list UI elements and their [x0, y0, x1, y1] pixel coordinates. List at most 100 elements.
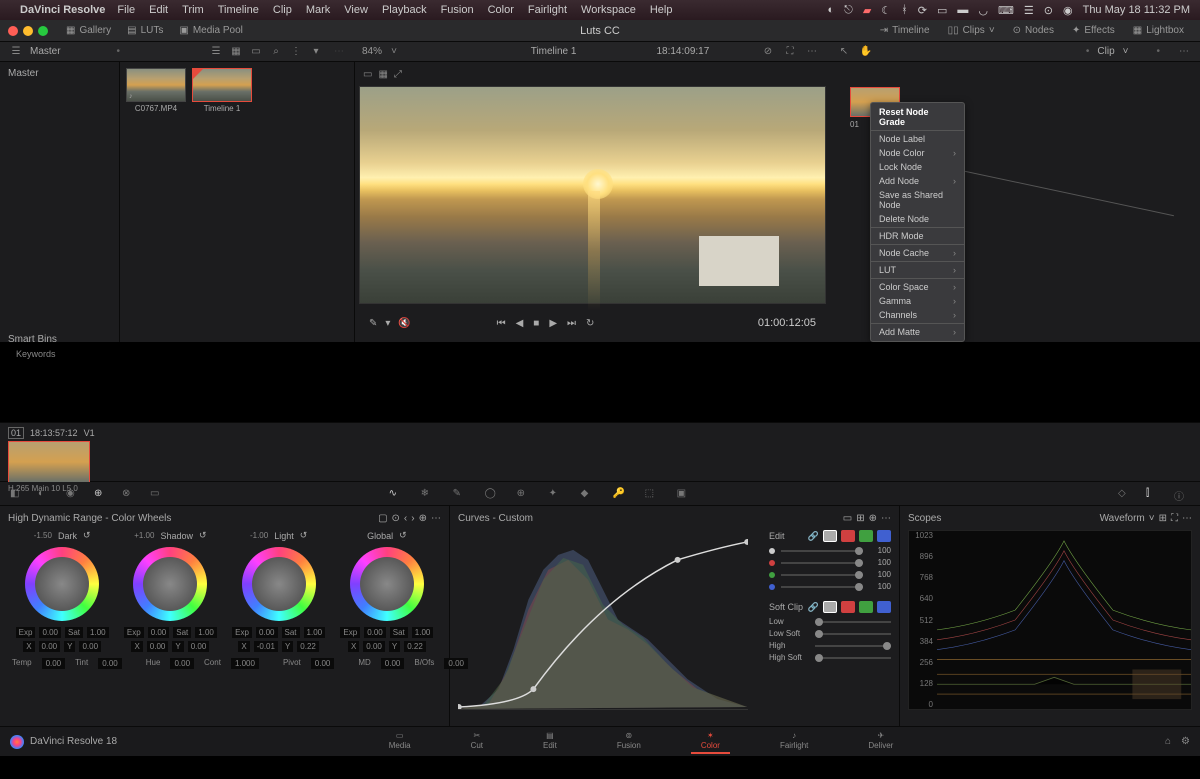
chevron-down-icon[interactable]: ˅: [1149, 513, 1155, 524]
motion-icon[interactable]: ▭: [150, 488, 166, 500]
high-slider[interactable]: High: [769, 641, 891, 650]
more-icon[interactable]: ⋯: [431, 513, 441, 524]
3d-icon[interactable]: ▣: [677, 488, 693, 500]
reset-icon[interactable]: ↺: [199, 530, 207, 541]
reset-icon[interactable]: ↺: [83, 530, 91, 541]
link-icon[interactable]: 🔗: [808, 531, 819, 542]
minimize-window[interactable]: [23, 26, 33, 36]
reset-icon[interactable]: ↺: [300, 530, 308, 541]
keyframe-icon[interactable]: ◇: [1118, 488, 1134, 500]
home-icon[interactable]: ⌂: [1165, 736, 1171, 747]
x-val[interactable]: 0.00: [147, 641, 169, 652]
reset-icon[interactable]: ↺: [399, 530, 407, 541]
notification-icon[interactable]: ▰: [863, 4, 871, 17]
key-icon[interactable]: 🔑: [613, 488, 629, 500]
menu-color[interactable]: Color: [488, 4, 514, 16]
sort-icon[interactable]: ▾: [308, 44, 324, 60]
exp-val[interactable]: 0.00: [364, 627, 386, 638]
menu-timeline[interactable]: Timeline: [218, 4, 259, 16]
clock[interactable]: Thu May 18 11:32 PM: [1083, 4, 1190, 16]
bluetooth-icon[interactable]: ᚼ: [901, 4, 908, 16]
color-wheel-light[interactable]: [242, 547, 316, 621]
clip-thumb[interactable]: ♪ C0767.MP4: [126, 68, 186, 113]
node-graph[interactable]: 01 Reset Node Grade Node Label Node Colo…: [830, 62, 1200, 342]
y-val[interactable]: 0.22: [404, 641, 426, 652]
channel-y[interactable]: [823, 530, 837, 542]
y-val[interactable]: 0.00: [188, 641, 210, 652]
menu-add-matte[interactable]: Add Matte›: [871, 325, 964, 339]
close-window[interactable]: [8, 26, 18, 36]
channel-r[interactable]: [841, 601, 855, 613]
more-icon[interactable]: ⋯: [1182, 513, 1192, 524]
sync-icon[interactable]: ⟳: [918, 4, 927, 17]
window-icon[interactable]: ◯: [485, 488, 501, 500]
menu-playback[interactable]: Playback: [382, 4, 427, 16]
menu-color-space[interactable]: Color Space›: [871, 280, 964, 294]
tint-val[interactable]: 0.00: [98, 658, 122, 669]
list-icon[interactable]: ☰: [8, 44, 24, 60]
menu-edit[interactable]: Edit: [149, 4, 168, 16]
page-cut[interactable]: ✂Cut: [461, 729, 493, 754]
menu-channels[interactable]: Channels›: [871, 308, 964, 322]
tracker-icon[interactable]: ⊕: [517, 488, 533, 500]
menu-reset-grade[interactable]: Reset Node Grade: [871, 105, 964, 129]
menu-mark[interactable]: Mark: [306, 4, 330, 16]
menu-node-label[interactable]: Node Label: [871, 132, 964, 146]
wifi-icon[interactable]: ◡: [978, 4, 988, 17]
luts-tab[interactable]: ▤ LUTs: [119, 23, 171, 38]
expand-icon[interactable]: ⤢: [394, 69, 402, 80]
channel-b[interactable]: [877, 530, 891, 542]
camera-raw-icon[interactable]: ◧: [10, 488, 26, 500]
menu-clip[interactable]: Clip: [273, 4, 292, 16]
settings-icon[interactable]: ⚙: [1181, 736, 1190, 747]
clips-tab[interactable]: ▯▯ Clips ˅: [940, 23, 1003, 38]
next-clip-icon[interactable]: ⏭: [567, 318, 576, 329]
channel-g[interactable]: [859, 601, 873, 613]
menu-file[interactable]: File: [117, 4, 135, 16]
layout-icon[interactable]: ⊞: [1159, 513, 1167, 524]
temp-val[interactable]: 0.00: [42, 658, 66, 669]
zoom-level[interactable]: 84%: [362, 46, 382, 57]
more-icon[interactable]: ⋯: [804, 44, 820, 60]
channel-y[interactable]: [823, 601, 837, 613]
next-icon[interactable]: ›: [411, 513, 414, 524]
menu-fairlight[interactable]: Fairlight: [528, 4, 567, 16]
smartbins-keywords[interactable]: Keywords: [8, 349, 112, 359]
view-thumb-icon[interactable]: ▭: [248, 44, 264, 60]
scope-mode[interactable]: Waveform: [1100, 513, 1145, 524]
display-icon[interactable]: ▭: [937, 4, 947, 17]
control-center-icon[interactable]: ☰: [1024, 4, 1034, 17]
mediapool-tab[interactable]: ▣ Media Pool: [171, 23, 250, 38]
chevron-down-icon[interactable]: ˅: [1123, 46, 1129, 57]
intensity-slider-g[interactable]: 100: [769, 570, 891, 579]
picker-icon[interactable]: ✎: [369, 318, 377, 329]
menu-node-cache[interactable]: Node Cache›: [871, 246, 964, 260]
channel-g[interactable]: [859, 530, 873, 542]
mode-icon[interactable]: ⊞: [856, 513, 864, 524]
gallery-tab[interactable]: ▦ Gallery: [58, 23, 119, 38]
keyboard-icon[interactable]: ⌨: [998, 4, 1014, 17]
intensity-slider[interactable]: 100: [769, 546, 891, 555]
cont-val[interactable]: 1.000: [231, 658, 259, 669]
channel-b[interactable]: [877, 601, 891, 613]
low-slider[interactable]: Low: [769, 617, 891, 626]
magic-mask-icon[interactable]: ✦: [549, 488, 565, 500]
sat-val[interactable]: 1.00: [87, 627, 109, 638]
marker-icon[interactable]: ▾: [385, 318, 390, 329]
stop-icon[interactable]: ■: [533, 318, 539, 329]
viewer-image[interactable]: [359, 86, 826, 304]
battery-icon[interactable]: ▬: [957, 4, 968, 16]
clip-thumbnail[interactable]: [8, 441, 90, 483]
x-val[interactable]: 0.00: [39, 641, 61, 652]
nodes-tab[interactable]: ⊙ Nodes: [1005, 23, 1062, 38]
color-wheel-shadow[interactable]: [133, 547, 207, 621]
view-list-icon[interactable]: ☰: [208, 44, 224, 60]
page-color[interactable]: ✶Color: [691, 729, 730, 754]
curves-graph[interactable]: [458, 530, 748, 710]
warper-icon[interactable]: ❄: [421, 488, 437, 500]
page-media[interactable]: ▭Media: [379, 729, 421, 754]
hue-val[interactable]: 0.00: [170, 658, 194, 669]
play-icon[interactable]: ▶: [549, 318, 557, 329]
status-icon[interactable]: ⎋: [844, 4, 853, 17]
menu-node-color[interactable]: Node Color›: [871, 146, 964, 160]
